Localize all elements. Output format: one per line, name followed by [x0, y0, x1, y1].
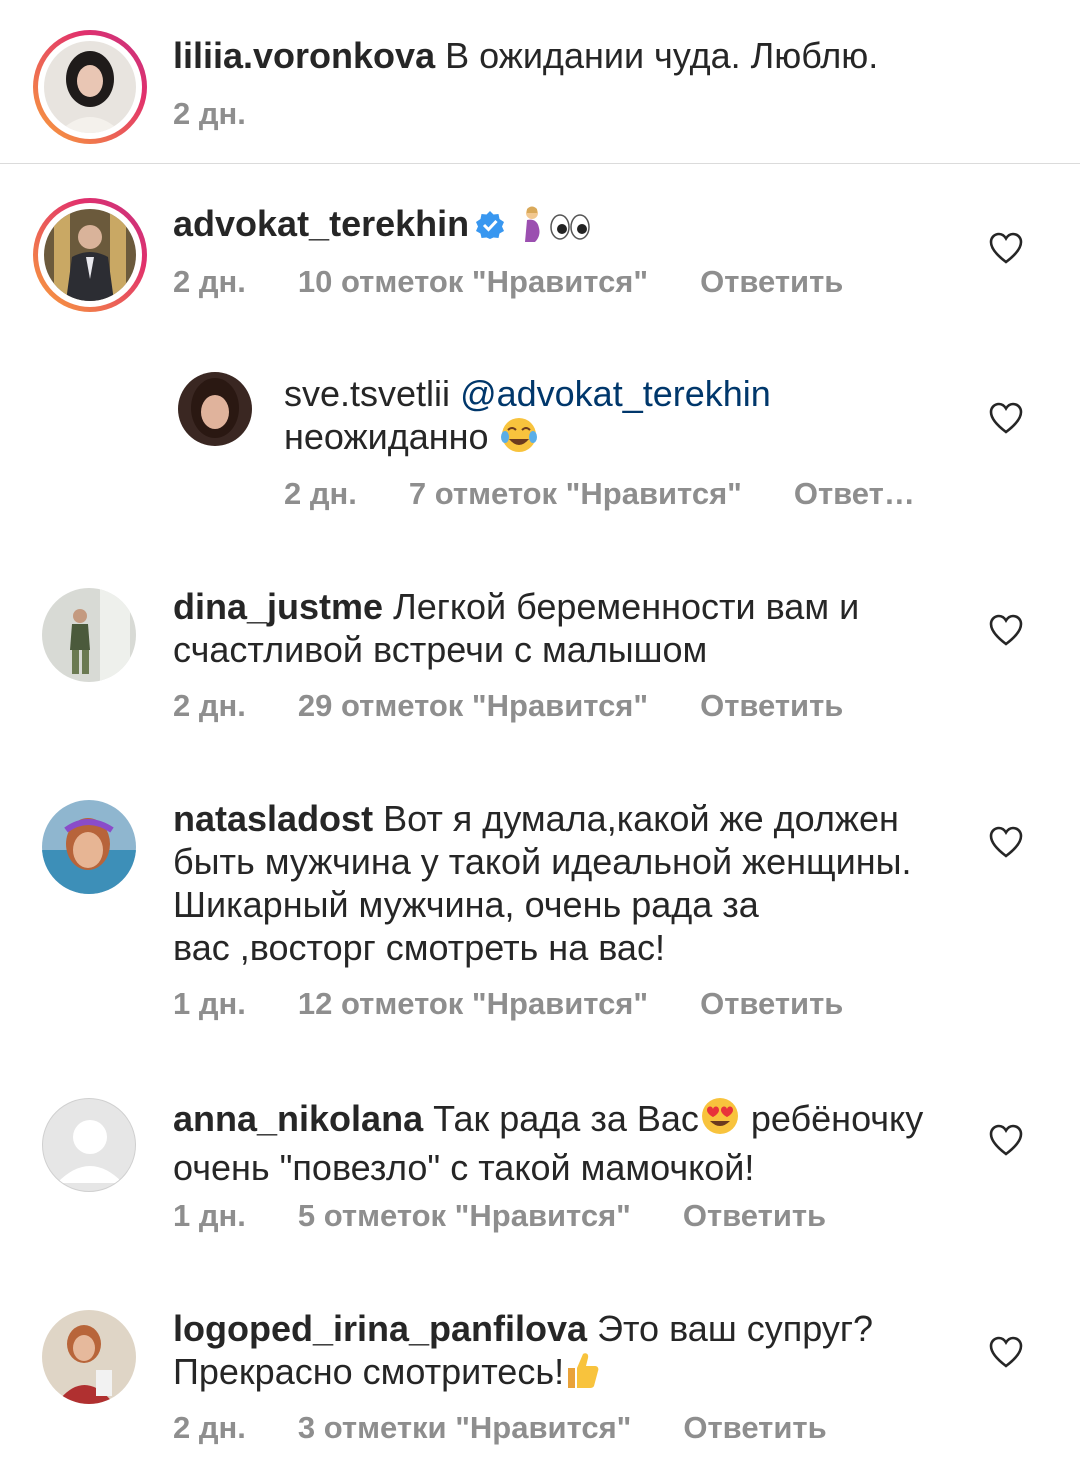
comment-time[interactable]: 2 дн.: [173, 1410, 246, 1445]
comment-username[interactable]: logoped_irina_panfilova: [173, 1308, 587, 1349]
comment-text: advokat_terekhin: [173, 202, 591, 251]
thumbs-up-emoji: [564, 1350, 600, 1399]
comment-body-line: ребёночку: [750, 1098, 924, 1139]
comment-body-line: счастливой встречи с малышом: [173, 629, 708, 670]
comment-time[interactable]: 1 дн.: [173, 986, 246, 1021]
post-caption: liliia.voronkova В ожидании чуда. Люблю.…: [0, 0, 1080, 164]
reply-mention[interactable]: @advokat_terekhin: [460, 373, 771, 414]
reply-button[interactable]: Ответить: [683, 1410, 826, 1445]
comment-avatar[interactable]: [33, 198, 147, 312]
reply-username[interactable]: sve.tsvetlii: [284, 373, 450, 414]
comment-likes[interactable]: 3 отметки "Нравится": [298, 1410, 632, 1445]
like-heart-icon[interactable]: [989, 402, 1023, 434]
reply-button[interactable]: Ответить: [700, 986, 843, 1021]
like-heart-icon[interactable]: [989, 1336, 1023, 1368]
comment-body-line: вас ,восторг смотреть на вас!: [173, 927, 665, 968]
verified-badge-icon: [475, 206, 505, 249]
like-heart-icon[interactable]: [989, 232, 1023, 264]
eyes-emoji: [549, 208, 591, 251]
comment-likes[interactable]: 29 отметок "Нравится": [298, 688, 648, 723]
comment-time[interactable]: 2 дн.: [173, 264, 246, 299]
reply-body: неожиданно: [284, 416, 489, 457]
comment-username[interactable]: anna_nikolana: [173, 1098, 423, 1139]
comment-body-line: быть мужчина у такой идеальной женщины.: [173, 841, 912, 882]
comment-body-line: Легкой беременности вам и: [393, 586, 860, 627]
comment-time[interactable]: 1 дн.: [173, 1198, 246, 1233]
comment-avatar[interactable]: [42, 588, 136, 682]
comment-body-line: Шикарный мужчина, очень рада за: [173, 884, 759, 925]
reply-button[interactable]: Ответить: [700, 264, 843, 299]
comment-meta: 2 дн. 3 отметки "Нравится" Ответить: [173, 1410, 879, 1446]
comment-meta: 2 дн. 29 отметок "Нравится" Ответить: [173, 688, 895, 724]
caption-text: liliia.voronkova В ожидании чуда. Люблю.: [173, 34, 878, 77]
comment-meta: 2 дн. 10 отметок "Нравится" Ответить: [173, 264, 895, 300]
comment-text: anna_nikolana Так рада за Вас ребёночку …: [173, 1095, 963, 1189]
like-heart-icon[interactable]: [989, 1124, 1023, 1156]
comment-time[interactable]: 2 дн.: [173, 688, 246, 723]
comment-likes[interactable]: 5 отметок "Нравится": [298, 1198, 631, 1233]
reply-likes[interactable]: 7 отметок "Нравится": [409, 476, 742, 511]
comment-likes[interactable]: 12 отметок "Нравится": [298, 986, 648, 1021]
reply-button[interactable]: Ответить: [700, 688, 843, 723]
caption-body: В ожидании чуда. Люблю.: [445, 35, 879, 76]
like-heart-icon[interactable]: [989, 826, 1023, 858]
comment-body-line: Вот я думала,какой же должен: [383, 798, 899, 839]
comment-likes[interactable]: 10 отметок "Нравится": [298, 264, 648, 299]
comment-body-line: очень "повезло" с такой мамочкой!: [173, 1147, 755, 1188]
reply-reply-button[interactable]: Ответ…: [794, 476, 915, 511]
comment-text: natasladost Вот я думала,какой же должен…: [173, 797, 963, 969]
comment-avatar[interactable]: [42, 800, 136, 894]
comment-avatar[interactable]: [42, 1310, 136, 1404]
reply-button[interactable]: Ответить: [683, 1198, 826, 1233]
default-avatar[interactable]: [42, 1098, 136, 1192]
comment-username[interactable]: natasladost: [173, 798, 373, 839]
reply-meta: 2 дн. 7 отметок "Нравится" Ответ…: [284, 476, 967, 512]
comment-body-line: Прекрасно смотритесь!: [173, 1351, 565, 1392]
reply-time[interactable]: 2 дн.: [284, 476, 357, 511]
comment-username[interactable]: advokat_terekhin: [173, 203, 469, 244]
caption-meta: 2 дн.: [173, 96, 298, 132]
comment-meta: 1 дн. 5 отметок "Нравится" Ответить: [173, 1198, 878, 1234]
comment-text: logoped_irina_panfilova Это ваш супруг? …: [173, 1307, 963, 1399]
caption-username[interactable]: liliia.voronkova: [173, 35, 435, 76]
tears-of-joy-emoji: [499, 415, 539, 464]
comment-body-line: Это ваш супруг?: [597, 1308, 873, 1349]
heart-eyes-emoji: [699, 1095, 741, 1146]
comment-meta: 1 дн. 12 отметок "Нравится" Ответить: [173, 986, 895, 1022]
comment-username[interactable]: dina_justme: [173, 586, 383, 627]
comment-text: dina_justme Легкой беременности вам и сч…: [173, 585, 963, 671]
reply-avatar[interactable]: [178, 372, 252, 446]
caption-avatar[interactable]: [33, 30, 147, 144]
pregnant-woman-emoji: [515, 206, 549, 251]
comment-body-line: Так рада за Вас: [433, 1098, 699, 1139]
reply-text: sve.tsvetlii @advokat_terekhin неожиданн…: [284, 372, 771, 464]
caption-time[interactable]: 2 дн.: [173, 96, 246, 131]
like-heart-icon[interactable]: [989, 614, 1023, 646]
